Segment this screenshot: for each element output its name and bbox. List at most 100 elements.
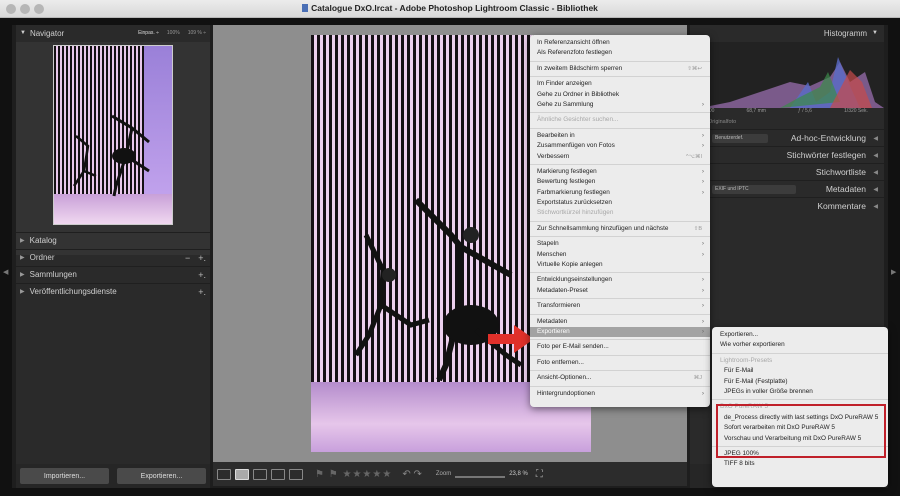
menu-item-label: Stichwortkürzel hinzufügen — [537, 209, 614, 217]
menu-item-label: Verbessern — [537, 152, 570, 160]
menu-item-hintergrundoptionen[interactable]: Hintergrundoptionen › — [530, 389, 710, 399]
zoom-option-100[interactable]: 100% — [167, 30, 180, 36]
menu-item-exportieren[interactable]: Exportieren › — [530, 326, 710, 338]
rotate-icons[interactable]: ↶ ↷ — [402, 469, 422, 480]
add-folder-button[interactable]: +. — [198, 253, 206, 263]
original-photo-label: Originalfoto — [708, 119, 737, 125]
section-label: Stichwörter festlegen — [786, 150, 866, 160]
menu-item-verbessern[interactable]: Verbessern ^⌥⌘I — [530, 152, 710, 162]
menu-item-exportstatus-zur-cksetzen[interactable]: Exportstatus zurücksetzen — [530, 198, 710, 208]
grid-view-icon[interactable] — [217, 468, 231, 480]
menu-item-foto-per-e-mail-senden[interactable]: Foto per E-Mail senden... — [530, 342, 710, 352]
menu-item-foto-entfernen[interactable]: Foto entfernen... — [530, 358, 710, 368]
menu-item-metadaten[interactable]: Metadaten › — [530, 317, 710, 327]
menu-item-label: Wie vorher exportieren — [720, 341, 785, 349]
menu-item-in-referenzansicht-ffnen[interactable]: In Referenzansicht öffnen — [530, 38, 710, 48]
navigator-preview[interactable] — [16, 42, 210, 255]
menu-item-transformieren[interactable]: Transformieren › — [530, 301, 710, 311]
people-view-icon[interactable] — [289, 468, 303, 480]
crop-icon[interactable]: ⛶ — [536, 469, 543, 480]
menu-item-in-zweitem-bildschirm-sperren[interactable]: In zweitem Bildschirm sperren ⇧⌘↩ — [530, 64, 710, 74]
window-title: Catalogue DxO.lrcat - Adobe Photoshop Li… — [311, 3, 598, 13]
histogram — [690, 42, 884, 108]
menu-item-label: Menschen — [537, 250, 567, 258]
aperture-value: ƒ / 5,6 — [798, 108, 812, 114]
export-button[interactable]: Exportieren... — [117, 468, 206, 484]
section-label: Metadaten — [825, 184, 866, 194]
left-edge-collapse[interactable]: ◀ — [0, 18, 12, 496]
navigator-header[interactable]: ▼ Navigator Einpas. ÷ 100% 109 % ÷ — [16, 25, 210, 41]
menu-item-ansicht-optionen[interactable]: Ansicht-Optionen... ⌘J — [530, 373, 710, 383]
section-stichwoerter-festlegen[interactable]: Stichwörter festlegen ◀ — [690, 146, 884, 163]
menu-item-stichwortk-rzel-hinzuf-gen: Stichwortkürzel hinzufügen — [530, 208, 710, 218]
menu-item-label: Entwicklungseinstellungen — [537, 276, 612, 284]
rating-stars[interactable]: ⚑ ⚑ ★★★★★ — [315, 469, 392, 480]
menu-item-virtuelle-kopie-anlegen[interactable]: Virtuelle Kopie anlegen — [530, 260, 710, 270]
section-sammlungen[interactable]: ▶ Sammlungen +. — [16, 266, 210, 282]
menu-item-label: Im Finder anzeigen — [537, 80, 592, 88]
histogram-graph — [700, 57, 884, 108]
menu-item-bewertung-festlegen[interactable]: Bewertung festlegen › — [530, 177, 710, 187]
triangle-right-icon: ▶ — [20, 272, 25, 278]
add-collection-button[interactable]: +. — [198, 270, 206, 280]
submenu-item-jpegs-in-voller-gr-e-brennen[interactable]: JPEGs in voller Größe brennen — [712, 387, 888, 397]
submenu-item-f-r-e-mail-festplatte[interactable]: Für E-Mail (Festplatte) — [712, 377, 888, 387]
histogram-header[interactable]: Histogramm ▼ — [690, 25, 884, 41]
chevron-right-icon: › — [701, 276, 704, 284]
shutter-value: 1/320 Sek. — [844, 108, 868, 114]
menu-item-zur-schnellsammlung-hinzuf-gen-und-n-chste[interactable]: Zur Schnellsammlung hinzufügen und nächs… — [530, 224, 710, 234]
menu-item-label: Stapeln — [537, 240, 559, 248]
compare-view-icon[interactable] — [253, 468, 267, 480]
menu-item-label: Bearbeiten in — [537, 131, 575, 139]
menu-item-label: Exportstatus zurücksetzen — [537, 199, 612, 207]
section-metadaten[interactable]: EXIF und IPTC Metadaten ◀ — [690, 180, 884, 197]
metadata-select[interactable]: EXIF und IPTC — [712, 185, 796, 194]
menu-item-label: Exportieren... — [720, 331, 759, 338]
menu-item-label: JPEGs in voller Größe brennen — [724, 387, 813, 395]
menu-item-markierung-festlegen[interactable]: Markierung festlegen › — [530, 167, 710, 177]
menu-item-menschen[interactable]: Menschen › — [530, 250, 710, 260]
section-ordner[interactable]: ▶ Ordner − +. — [16, 249, 210, 265]
chevron-right-icon: › — [701, 188, 704, 196]
shortcut-label: ⌘J — [693, 375, 702, 382]
menu-item-stapeln[interactable]: Stapeln › — [530, 239, 710, 249]
section-stichwortliste[interactable]: Stichwortliste ◀ — [690, 163, 884, 180]
section-ad-hoc-entwicklung[interactable]: Benutzerdef. Ad-hoc-Entwicklung ◀ — [690, 129, 884, 146]
submenu-item-tiff-8-bits[interactable]: TIFF 8 bits — [712, 459, 888, 469]
survey-view-icon[interactable] — [271, 468, 285, 480]
section-katalog[interactable]: ▶ Katalog — [16, 232, 210, 248]
left-panel: ▼ Navigator Einpas. ÷ 100% 109 % ÷ ▶ Kat… — [16, 25, 210, 488]
zoom-option-fit[interactable]: Einpas. ÷ — [138, 30, 159, 36]
menu-item-label: Als Referenzfoto festlegen — [537, 49, 612, 57]
shortcut-label: ^⌥⌘I — [686, 153, 702, 160]
menu-item-als-referenzfoto-festlegen[interactable]: Als Referenzfoto festlegen — [530, 48, 710, 58]
top-panel-toggle[interactable] — [12, 18, 888, 25]
submenu-item-exportieren[interactable]: Exportieren... — [712, 330, 888, 340]
chevron-right-icon: › — [701, 131, 704, 139]
triangle-down-icon: ▼ — [20, 30, 26, 36]
remove-folder-button[interactable]: − — [185, 253, 190, 263]
chevron-right-icon: › — [701, 317, 704, 325]
section-kommentare[interactable]: Kommentare ◀ — [690, 197, 884, 214]
menu-item-im-finder-anzeigen[interactable]: Im Finder anzeigen — [530, 79, 710, 89]
preset-select[interactable]: Benutzerdef. — [712, 134, 768, 143]
filmstrip-toggle[interactable] — [12, 488, 888, 496]
menu-item-zusammenf-gen-von-fotos[interactable]: Zusammenfügen von Fotos › — [530, 141, 710, 151]
add-service-button[interactable]: +. — [198, 287, 206, 297]
menu-item-entwicklungseinstellungen[interactable]: Entwicklungseinstellungen › — [530, 275, 710, 285]
loupe-view-icon[interactable] — [235, 468, 249, 480]
submenu-item-wie-vorher-exportieren[interactable]: Wie vorher exportieren — [712, 340, 888, 350]
submenu-item-f-r-e-mail[interactable]: Für E-Mail — [712, 366, 888, 376]
import-button[interactable]: Importieren... — [20, 468, 109, 484]
menu-item-bearbeiten-in[interactable]: Bearbeiten in › — [530, 131, 710, 141]
section-veroeffentlichungsdienste[interactable]: ▶ Veröffentlichungsdienste +. — [16, 283, 210, 299]
menu-item-metadaten-preset[interactable]: Metadaten-Preset › — [530, 286, 710, 296]
menu-item-gehe-zu-ordner-in-bibliothek[interactable]: Gehe zu Ordner in Bibliothek — [530, 90, 710, 100]
menu-item-label: Ansicht-Optionen... — [537, 374, 592, 382]
right-edge-collapse[interactable]: ▶ — [888, 18, 900, 496]
menu-separator — [530, 385, 710, 387]
zoom-slider[interactable] — [455, 476, 506, 478]
zoom-option-custom[interactable]: 109 % ÷ — [188, 30, 206, 36]
menu-item-gehe-zu-sammlung[interactable]: Gehe zu Sammlung › — [530, 100, 710, 110]
menu-item-farbmarkierung-festlegen[interactable]: Farbmarkierung festlegen › — [530, 188, 710, 198]
